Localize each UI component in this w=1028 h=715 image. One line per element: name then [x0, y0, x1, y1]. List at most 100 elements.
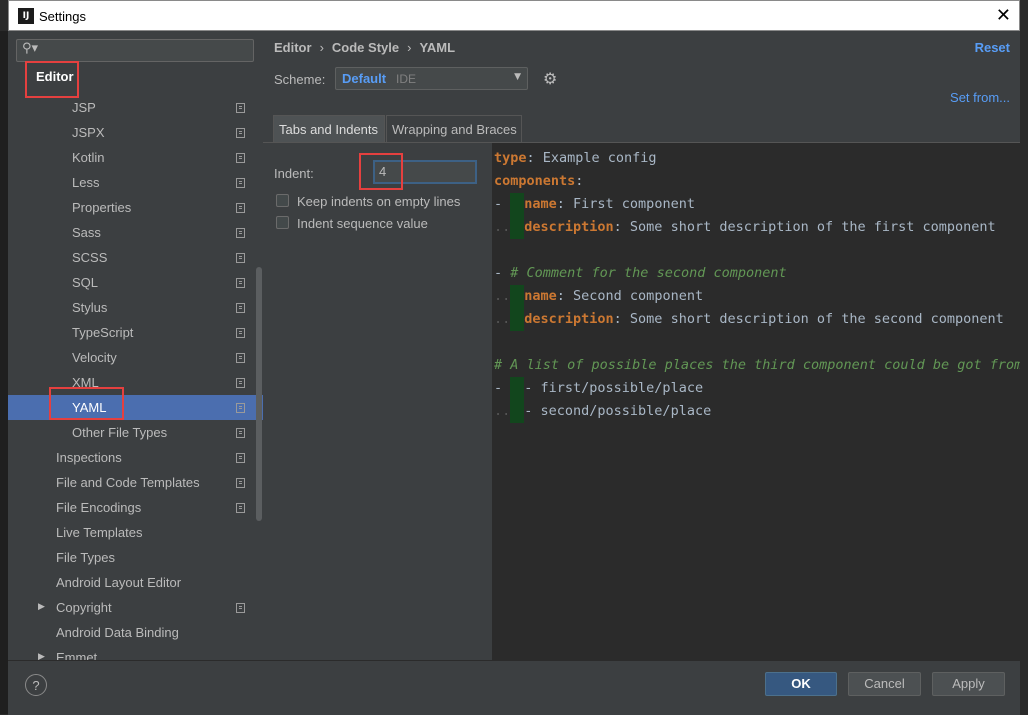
code-preview: type: Example config components: - name: F…	[492, 143, 1020, 660]
code-token: : Some short description of the second c…	[613, 311, 1004, 327]
ok-button[interactable]: OK	[765, 672, 837, 696]
sidebar-item-scss[interactable]: SCSS	[8, 245, 263, 270]
project-scheme-icon	[236, 478, 245, 488]
code-token: - second/possible/place	[524, 403, 712, 419]
tab-tabs-and-indents[interactable]: Tabs and Indents	[273, 115, 385, 142]
project-scheme-icon	[236, 153, 245, 163]
sidebar-item-sql[interactable]: SQL	[8, 270, 263, 295]
keep-indents-checkbox[interactable]	[276, 194, 289, 207]
sidebar-item-copyright[interactable]: ▶ Copyright	[8, 595, 263, 620]
breadcrumb-editor: Editor	[274, 40, 312, 55]
indent-guide	[510, 377, 525, 400]
sidebar-item-file-types[interactable]: File Types	[8, 545, 263, 570]
sidebar-item-other-file-types[interactable]: Other File Types	[8, 420, 263, 445]
sidebar-item-label: JSP	[72, 100, 96, 115]
window-title: Settings	[39, 9, 86, 24]
settings-search-input[interactable]: ⚲▾	[16, 39, 254, 62]
code-token: ..	[494, 219, 511, 235]
code-line: .. name: Second component	[494, 285, 703, 308]
tab-wrapping-and-braces[interactable]: Wrapping and Braces	[386, 115, 522, 142]
set-from-link[interactable]: Set from...	[950, 90, 1010, 105]
code-token: type	[494, 150, 527, 166]
sidebar-item-label: JSPX	[72, 125, 105, 140]
indent-guide	[510, 308, 525, 331]
sidebar-item-label: Live Templates	[56, 525, 143, 540]
sidebar-item-yaml[interactable]: YAML	[8, 395, 263, 420]
indent-label: Indent:	[274, 166, 314, 181]
code-line: - - first/possible/place	[494, 377, 703, 400]
sidebar-scrollbar[interactable]	[256, 267, 262, 521]
highlight-box-yaml	[49, 387, 124, 420]
sidebar-item-android-layout-editor[interactable]: Android Layout Editor	[8, 570, 263, 595]
code-line: - # Comment for the second component	[494, 262, 787, 285]
project-scheme-icon	[236, 278, 245, 288]
sidebar-item-typescript[interactable]: TypeScript	[8, 320, 263, 345]
breadcrumb-yaml: YAML	[419, 40, 456, 55]
project-scheme-icon	[236, 328, 245, 338]
sidebar-item-android-data-binding[interactable]: Android Data Binding	[8, 620, 263, 645]
project-scheme-icon	[236, 378, 245, 388]
settings-dialog: IJ Settings ✕ ⚲▾ Editor JSP JSPX Kotlin Les…	[0, 0, 1028, 715]
sidebar-item-label: File Encodings	[56, 500, 142, 515]
sidebar-item-label: Other File Types	[72, 425, 168, 440]
code-line: type: Example config	[494, 147, 657, 170]
sidebar-item-label: Less	[72, 175, 100, 190]
sidebar-item-label: File and Code Templates	[56, 475, 200, 490]
sidebar-item-less[interactable]: Less	[8, 170, 263, 195]
sidebar-item-kotlin[interactable]: Kotlin	[8, 145, 263, 170]
project-scheme-icon	[236, 453, 245, 463]
indent-options-panel: Indent: 4 Keep indents on empty lines In…	[263, 143, 492, 660]
sidebar-item-label: File Types	[56, 550, 116, 565]
sidebar-item-file-encodings[interactable]: File Encodings	[8, 495, 263, 520]
sidebar-item-file-and-code-templates[interactable]: File and Code Templates	[8, 470, 263, 495]
code-token: # A list of possible places the third co…	[494, 357, 1020, 373]
expand-arrow-icon[interactable]: ▶	[38, 595, 45, 620]
reset-link[interactable]: Reset	[975, 40, 1010, 55]
gear-icon[interactable]: ⚙	[543, 69, 557, 88]
sidebar-item-emmet[interactable]: ▶ Emmet	[8, 645, 263, 660]
sidebar-item-properties[interactable]: Properties	[8, 195, 263, 220]
indent-sequence-label: Indent sequence value	[297, 216, 428, 231]
code-token: -	[494, 265, 511, 281]
sidebar-item-sass[interactable]: Sass	[8, 220, 263, 245]
scheme-dropdown[interactable]: Default IDE ▼	[335, 67, 528, 90]
sidebar-item-jspx[interactable]: JSPX	[8, 120, 263, 145]
help-button[interactable]: ?	[25, 674, 47, 696]
code-line: .. description: Some short description of…	[494, 216, 996, 239]
code-line: .. - second/possible/place	[494, 400, 711, 423]
indent-guide	[510, 285, 525, 308]
cancel-button[interactable]: Cancel	[848, 672, 921, 696]
project-scheme-icon	[236, 428, 245, 438]
project-scheme-icon	[236, 178, 245, 188]
code-line: .. description: Some short description of…	[494, 308, 1004, 331]
sidebar-item-stylus[interactable]: Stylus	[8, 295, 263, 320]
breadcrumb-code-style: Code Style	[331, 40, 400, 55]
project-scheme-icon	[236, 353, 245, 363]
sidebar-item-inspections[interactable]: Inspections	[8, 445, 263, 470]
indent-sequence-checkbox[interactable]	[276, 216, 289, 229]
sidebar-item-label: Emmet	[56, 650, 98, 660]
sidebar-item-live-templates[interactable]: Live Templates	[8, 520, 263, 545]
sidebar-item-velocity[interactable]: Velocity	[8, 345, 263, 370]
indent-guide	[510, 400, 525, 423]
sidebar-item-label: Velocity	[72, 350, 117, 365]
sidebar-item-label: Android Layout Editor	[56, 575, 182, 590]
settings-sidebar: ⚲▾ Editor JSP JSPX Kotlin Less Properties Sas…	[8, 31, 263, 660]
sidebar-item-jsp[interactable]: JSP	[8, 95, 263, 120]
project-scheme-icon	[236, 403, 245, 413]
code-token: ..	[494, 403, 511, 419]
expand-arrow-icon[interactable]: ▶	[38, 645, 45, 660]
project-scheme-icon	[236, 253, 245, 263]
code-token: components	[494, 173, 576, 189]
close-icon[interactable]: ✕	[996, 5, 1011, 26]
code-token: description	[524, 219, 614, 235]
apply-button[interactable]: Apply	[932, 672, 1005, 696]
code-line: components:	[494, 170, 583, 193]
indent-guide	[510, 193, 525, 216]
code-token: name	[524, 196, 557, 212]
code-token: : Example config	[526, 150, 657, 166]
code-token: description	[524, 311, 614, 327]
sidebar-item-xml[interactable]: XML	[8, 370, 263, 395]
sidebar-item-label: SCSS	[72, 250, 108, 265]
highlight-box-editor	[25, 61, 79, 98]
